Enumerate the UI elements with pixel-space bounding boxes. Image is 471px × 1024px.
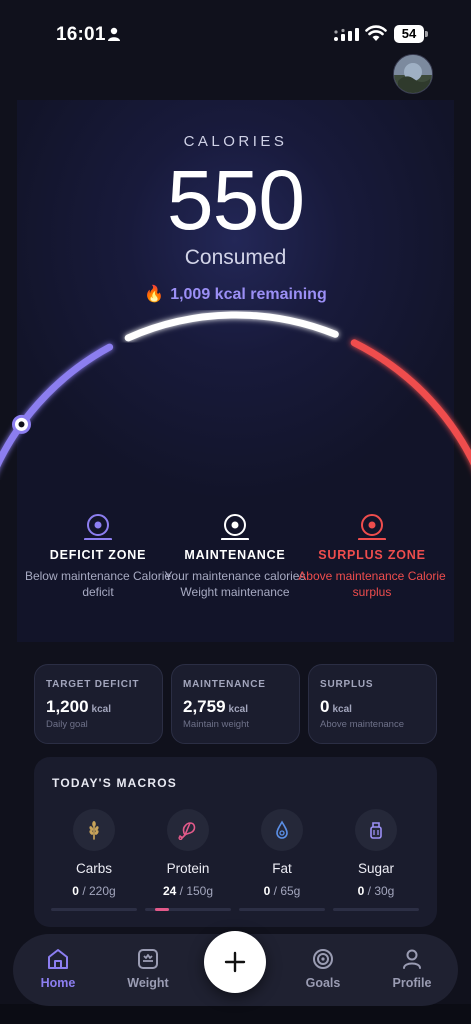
- user-icon: [403, 949, 421, 969]
- macro-goal: / 150g: [179, 884, 214, 898]
- stat-value-row: 1,200 kcal: [46, 697, 111, 717]
- macro-icon-circle: [73, 809, 115, 851]
- stat-card-maintenance[interactable]: MAINTENANCE 2,759 kcal Maintain weight: [171, 664, 300, 744]
- macro-values: 0 / 30g: [333, 884, 419, 898]
- stat-unit: kcal: [332, 704, 352, 715]
- nav-goals[interactable]: Goals: [288, 947, 358, 990]
- stat-card-surplus[interactable]: SURPLUS 0 kcal Above maintenance: [308, 664, 437, 744]
- stat-unit: kcal: [91, 704, 112, 715]
- macro-icon-circle: [355, 809, 397, 851]
- wifi-icon: [365, 25, 387, 41]
- consumed-label: Consumed: [184, 246, 287, 269]
- stat-sub: Daily goal: [46, 719, 88, 730]
- droplet-icon: [276, 820, 288, 839]
- macro-values: 0 / 65g: [239, 884, 325, 898]
- stat-label: SURPLUS: [320, 679, 374, 690]
- stat-value: 2,759: [183, 697, 226, 716]
- stat-value-row: 0 kcal: [320, 697, 352, 717]
- macro-progress-track: [51, 908, 137, 911]
- macro-values: 24 / 150g: [145, 884, 231, 898]
- meat-icon: [178, 822, 196, 840]
- gauge-surplus-arc: [350, 339, 471, 466]
- macro-name: Sugar: [357, 861, 395, 876]
- signal-icon: [334, 28, 359, 41]
- stat-unit: kcal: [228, 704, 249, 715]
- zone-desc: Your maintenance calories Weight mainten…: [164, 569, 306, 599]
- calories-value: 550: [166, 153, 305, 247]
- add-button[interactable]: [204, 931, 266, 993]
- macro-goal: / 220g: [82, 884, 116, 898]
- stat-value: 1,200: [46, 697, 89, 716]
- nav-label: Weight: [127, 976, 169, 990]
- target-icon: [358, 514, 386, 540]
- macros-title: TODAY'S MACROS: [52, 776, 178, 790]
- person-icon: [108, 27, 120, 41]
- macro-progress-track: [333, 908, 419, 911]
- bottom-safe-area: [0, 1004, 471, 1024]
- stat-label: TARGET DEFICIT: [46, 679, 140, 690]
- macro-progress-track: [239, 908, 325, 911]
- nav-label: Profile: [392, 976, 432, 990]
- macro-name: Carbs: [75, 861, 112, 876]
- nav-profile[interactable]: Profile: [377, 947, 447, 990]
- stat-sub: Maintain weight: [183, 719, 250, 730]
- macro-current: 0: [357, 884, 365, 898]
- nav-label: Home: [40, 976, 76, 990]
- macro-carbs[interactable]: Carbs 0 / 220g: [51, 809, 137, 911]
- plus-icon: [224, 951, 246, 973]
- zone-desc: Above maintenance Calorie surplus: [298, 569, 446, 599]
- home-icon: [48, 949, 68, 969]
- macro-current: 0: [263, 884, 271, 898]
- macro-current: 24: [162, 884, 177, 898]
- target-icon: [313, 949, 333, 969]
- gauge-marker-dot: [18, 421, 25, 428]
- macro-fat[interactable]: Fat 0 / 65g: [239, 809, 325, 911]
- macro-progress-track: [145, 908, 231, 911]
- gauge-maintenance-arc: [124, 311, 339, 342]
- stat-card-target-deficit[interactable]: TARGET DEFICIT 1,200 kcal Daily goal: [34, 664, 163, 744]
- zone-deficit: DEFICIT ZONE Below maintenance Calorie d…: [23, 512, 173, 600]
- zone-desc: Below maintenance Calorie deficit: [24, 569, 172, 599]
- macro-name: Protein: [166, 861, 210, 876]
- zone-title: SURPLUS ZONE: [318, 548, 426, 562]
- macro-current: 0: [72, 884, 79, 898]
- calories-label: CALORIES: [183, 133, 288, 150]
- battery-indicator: 54: [394, 25, 424, 43]
- zone-title: MAINTENANCE: [184, 548, 286, 562]
- nav-label: Goals: [305, 976, 341, 990]
- macro-protein[interactable]: Protein 24 / 150g: [145, 809, 231, 911]
- target-icon: [221, 514, 249, 540]
- target-icon: [84, 514, 112, 540]
- macro-goal: / 30g: [367, 884, 395, 898]
- stat-sub: Above maintenance: [320, 719, 404, 730]
- macro-goal: / 65g: [273, 884, 301, 898]
- zone-surplus: SURPLUS ZONE Above maintenance Calorie s…: [297, 512, 447, 600]
- stat-label: MAINTENANCE: [183, 679, 266, 690]
- stat-value: 0: [320, 697, 330, 716]
- status-time: 16:01: [56, 24, 106, 45]
- nav-home[interactable]: Home: [23, 947, 93, 990]
- macro-name: Fat: [272, 861, 292, 876]
- candy-icon: [370, 822, 382, 839]
- avatar[interactable]: [393, 54, 433, 94]
- macro-sugar[interactable]: Sugar 0 / 30g: [333, 809, 419, 911]
- wheat-icon: [89, 821, 99, 840]
- scale-icon: [138, 949, 158, 969]
- gauge-deficit-arc: [0, 343, 114, 468]
- macro-icon-circle: [261, 809, 303, 851]
- zone-title: DEFICIT ZONE: [49, 548, 147, 562]
- macro-values: 0 / 220g: [51, 884, 137, 898]
- calorie-gauge: [0, 311, 471, 468]
- macro-icon-circle: [167, 809, 209, 851]
- macros-card: TODAY'S MACROS Carbs 0 / 220g Protein 24…: [34, 757, 437, 927]
- nav-weight[interactable]: Weight: [113, 947, 183, 990]
- macro-progress-fill: [155, 908, 169, 911]
- zone-maintenance: MAINTENANCE Your maintenance calories We…: [160, 512, 310, 600]
- avatar-photo-icon: [394, 55, 432, 93]
- battery-tip: [425, 31, 428, 37]
- stat-value-row: 2,759 kcal: [183, 697, 248, 717]
